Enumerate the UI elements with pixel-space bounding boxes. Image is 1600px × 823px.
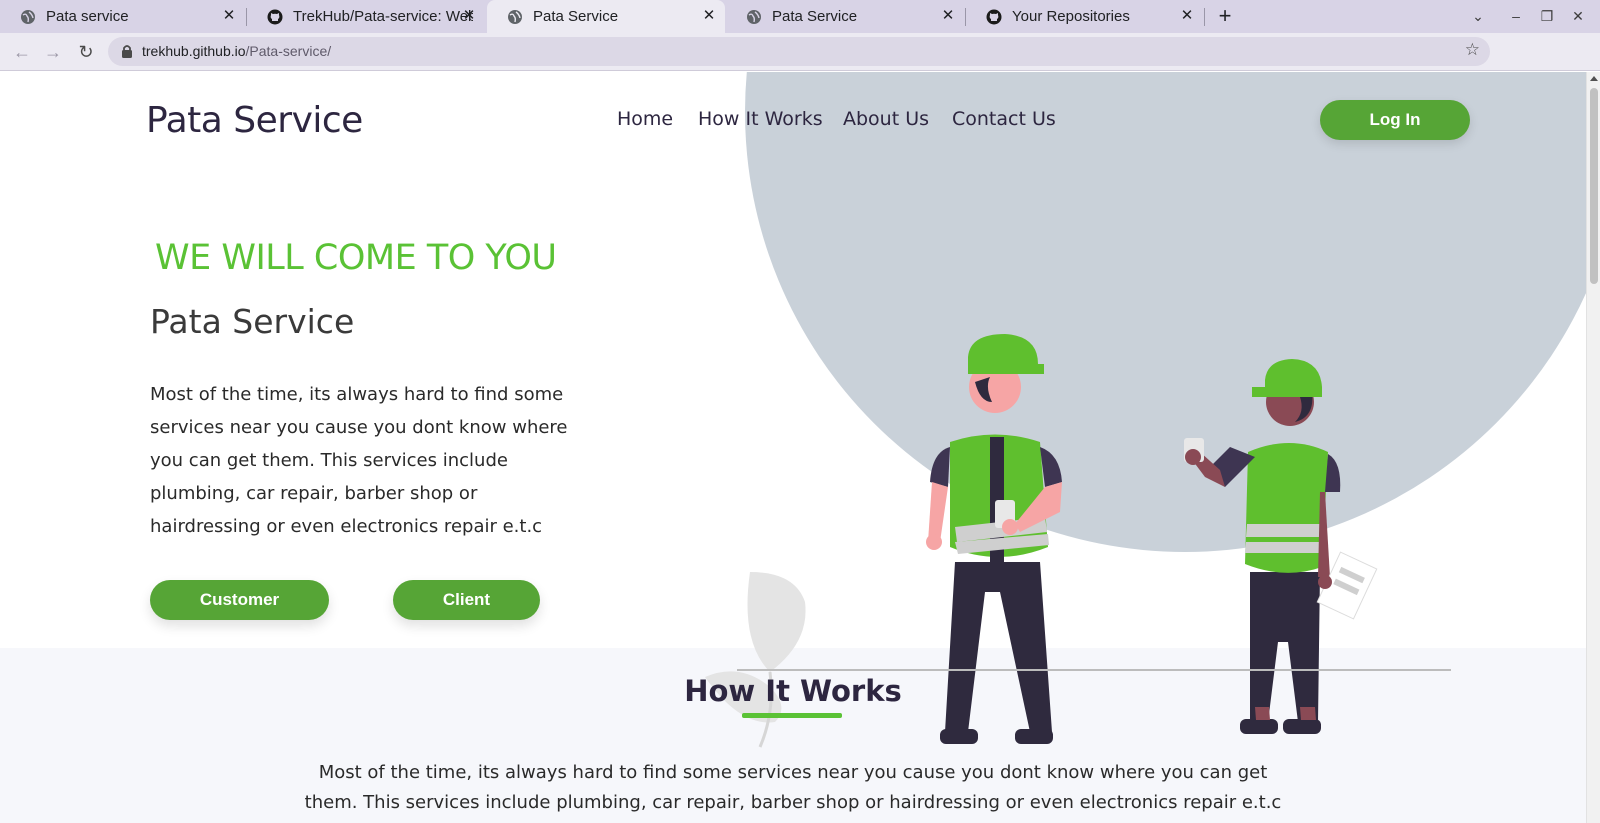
url-host: trekhub.github.io — [142, 43, 246, 59]
tab-separator — [1204, 8, 1205, 26]
how-it-works-heading: How It Works — [684, 674, 902, 708]
client-button[interactable]: Client — [393, 580, 540, 620]
hero-description: Most of the time, its always hard to fin… — [150, 384, 568, 537]
close-icon[interactable]: ✕ — [940, 8, 956, 24]
bookmark-star-icon[interactable]: ☆ — [1465, 40, 1480, 60]
new-tab-icon[interactable]: + — [1214, 5, 1236, 27]
tab-search-icon[interactable]: ⌄ — [1469, 7, 1487, 25]
site-logo[interactable]: Pata Service — [146, 100, 363, 141]
minimize-icon[interactable]: – — [1507, 7, 1525, 25]
page-scrollbar[interactable] — [1586, 72, 1600, 823]
hero-title: Pata Service — [150, 302, 355, 341]
scroll-up-arrow-icon[interactable] — [1590, 76, 1598, 81]
login-button[interactable]: Log In — [1320, 100, 1470, 140]
tab-title: Pata Service — [533, 8, 619, 25]
close-icon[interactable]: ✕ — [701, 8, 717, 24]
url-path: /Pata-service/ — [245, 43, 332, 59]
address-bar[interactable]: trekhub.github.io/Pata-service/ ☆ — [108, 37, 1490, 66]
tab-title: TrekHub/Pata-service: Web — [293, 8, 473, 25]
globe-icon — [507, 9, 523, 25]
how-it-works-description: Most of the time, its always hard to fin… — [304, 762, 1282, 813]
github-icon — [986, 9, 1002, 25]
globe-icon — [746, 9, 762, 25]
browser-tab-active[interactable]: Pata Service ✕ — [487, 0, 725, 33]
browser-tab[interactable]: Pata Service ✕ — [726, 0, 964, 33]
customer-button[interactable]: Customer — [150, 580, 329, 620]
close-icon[interactable]: ✕ — [461, 8, 477, 24]
scrollbar-thumb[interactable] — [1590, 88, 1598, 284]
hero-tagline: WE WILL COME TO YOU — [155, 238, 557, 278]
browser-toolbar: ← → ↻ trekhub.github.io/Pata-service/ ☆ … — [0, 33, 1600, 95]
back-icon[interactable]: ← — [11, 41, 33, 63]
restore-icon[interactable]: ❐ — [1538, 7, 1556, 25]
browser-tab[interactable]: Your Repositories ✕ — [966, 0, 1203, 33]
close-window-icon[interactable]: ✕ — [1569, 7, 1587, 25]
leaf-decoration — [705, 572, 806, 748]
tab-title: Pata Service — [772, 8, 858, 25]
page-viewport: Pata Service Home How It Works About Us … — [0, 72, 1586, 823]
nav-about-us[interactable]: About Us — [843, 108, 929, 130]
heading-underline — [742, 713, 842, 718]
forward-icon[interactable]: → — [42, 41, 64, 63]
tab-title: Pata service — [46, 8, 129, 25]
reload-icon[interactable]: ↻ — [75, 41, 97, 63]
github-icon — [267, 9, 283, 25]
url-text: trekhub.github.io/Pata-service/ — [142, 43, 331, 59]
globe-icon — [20, 9, 36, 25]
nav-contact-us[interactable]: Contact Us — [952, 108, 1056, 130]
close-icon[interactable]: ✕ — [221, 8, 237, 24]
nav-home[interactable]: Home — [617, 108, 673, 130]
browser-tab-strip: Pata service ✕ TrekHub/Pata-service: Web… — [0, 0, 1600, 33]
browser-tab[interactable]: TrekHub/Pata-service: Web ✕ — [247, 0, 485, 33]
ground-line — [737, 669, 1451, 671]
close-icon[interactable]: ✕ — [1179, 8, 1195, 24]
browser-tab[interactable]: Pata service ✕ — [0, 0, 245, 33]
nav-how-it-works[interactable]: How It Works — [698, 108, 823, 130]
tab-title: Your Repositories — [1012, 8, 1130, 25]
lock-icon — [120, 44, 134, 58]
